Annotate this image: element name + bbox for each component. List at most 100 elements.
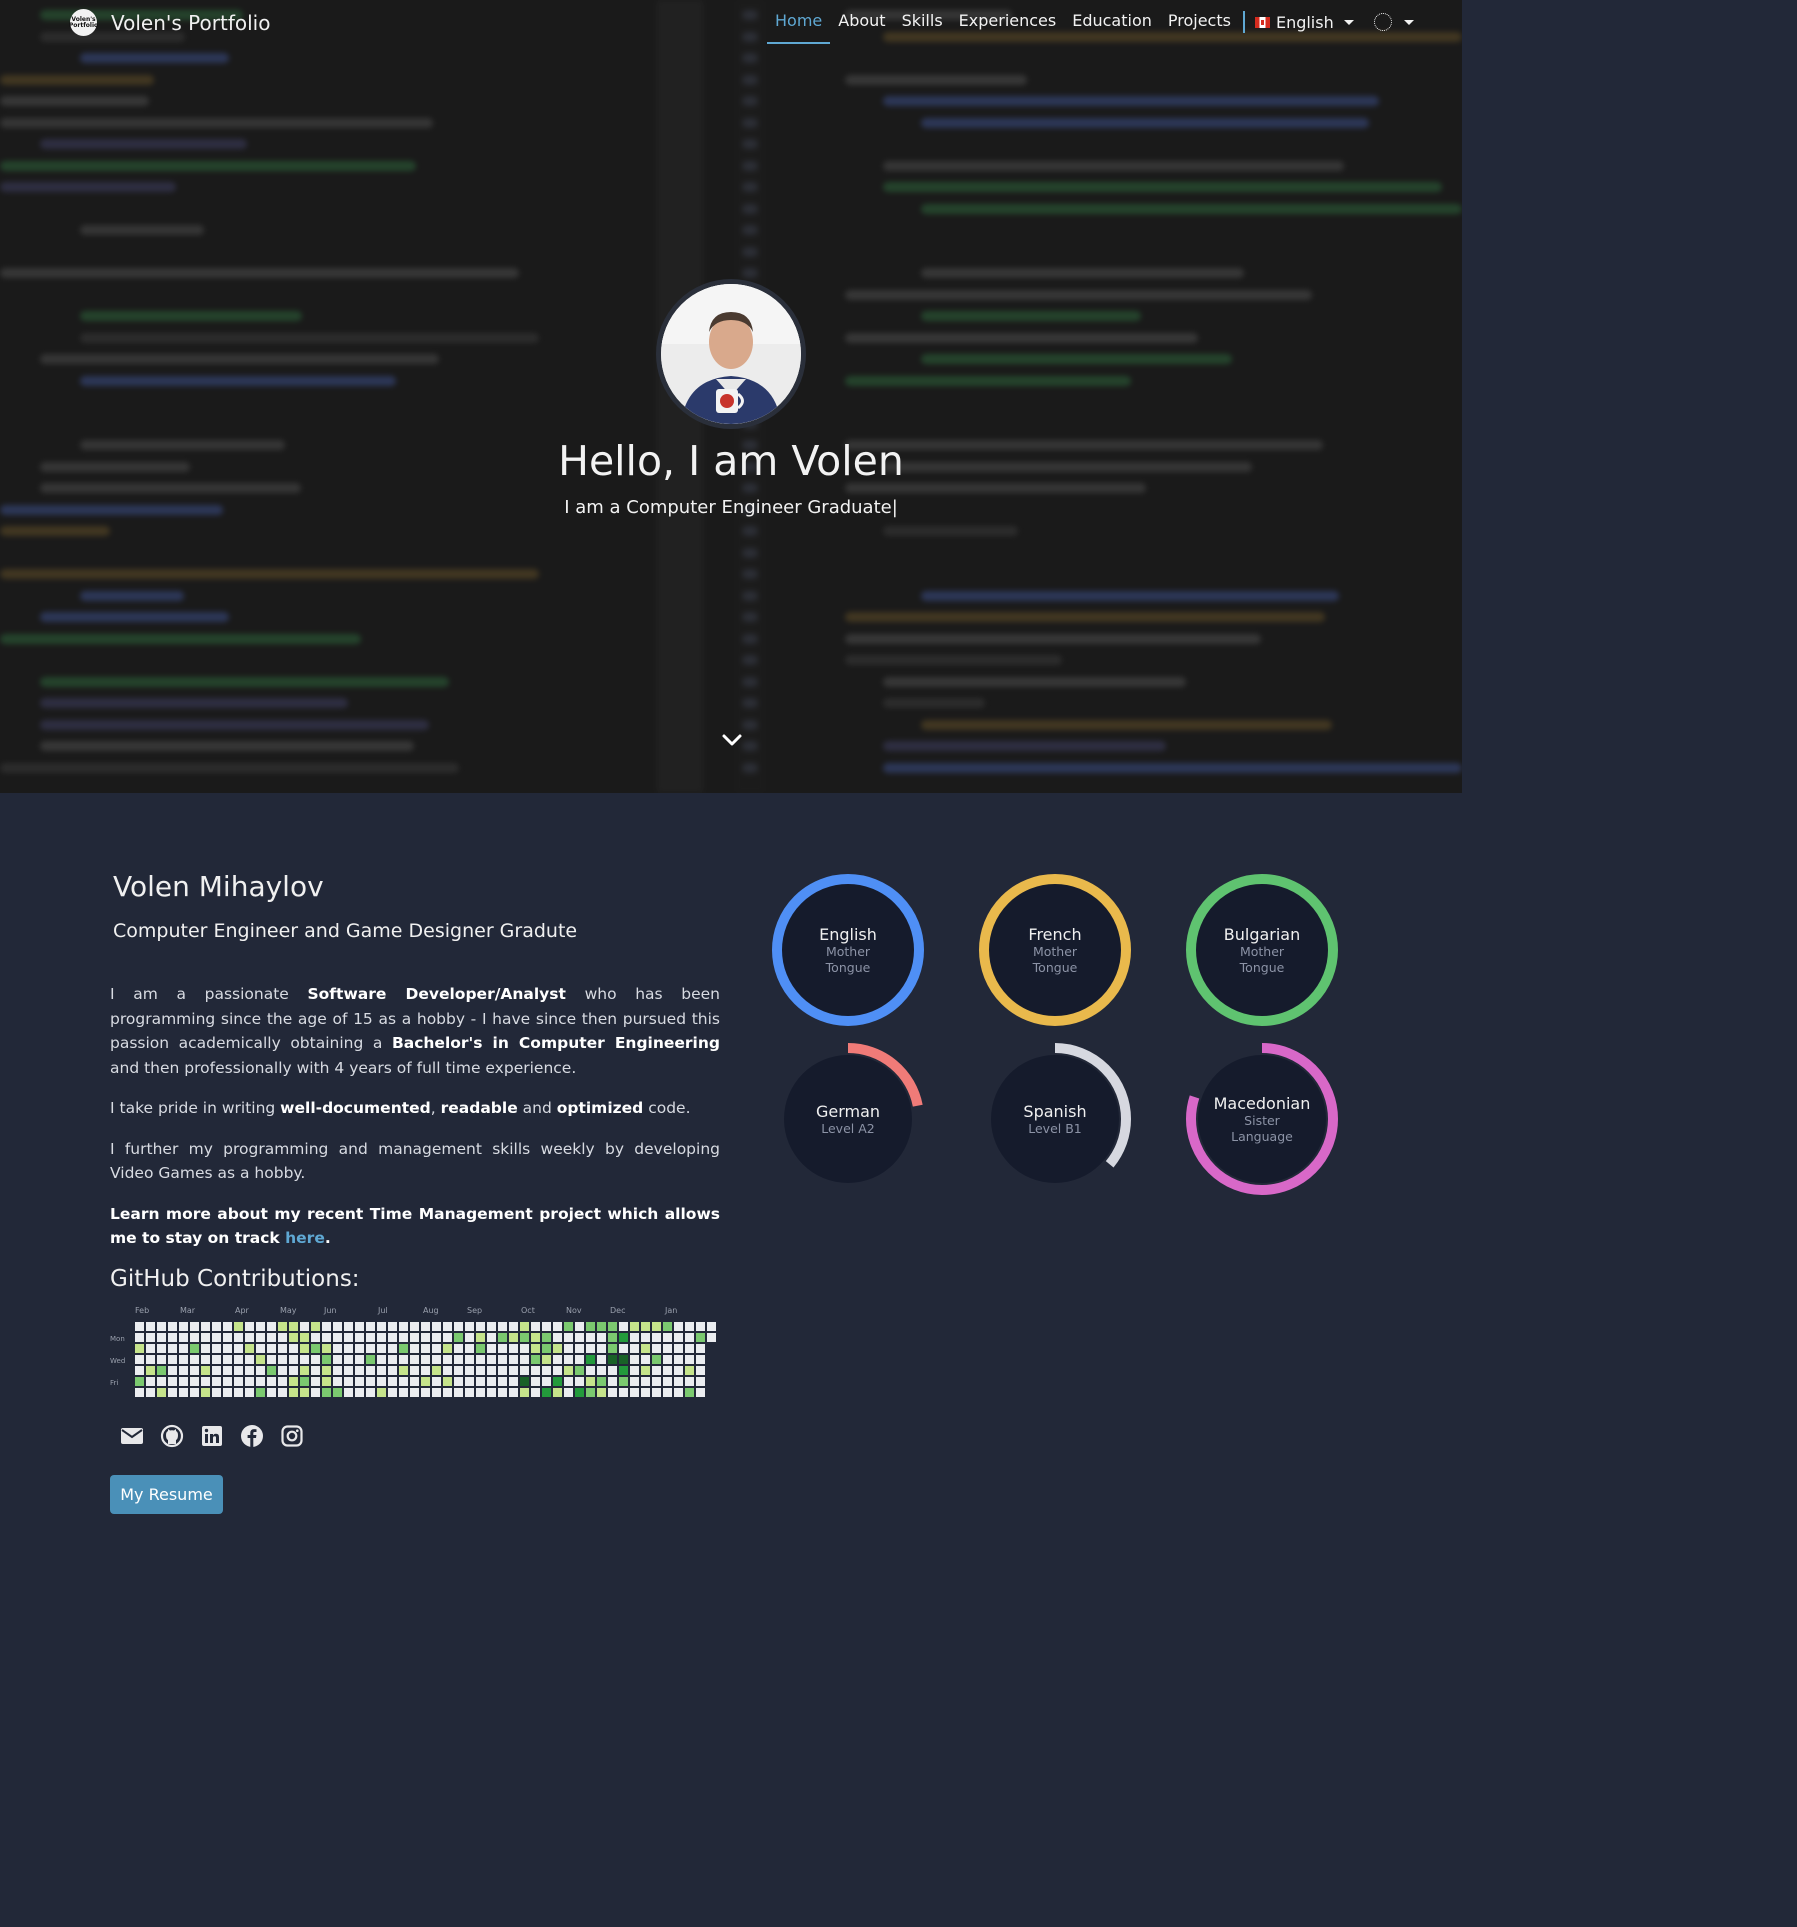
contribution-cell: [476, 1322, 485, 1331]
theme-dropdown[interactable]: [1373, 0, 1414, 44]
contribution-cell: [256, 1366, 265, 1375]
contribution-cell: [553, 1333, 562, 1342]
profile-photo: [656, 279, 806, 429]
contribution-cell: [586, 1355, 595, 1364]
linkedin-icon[interactable]: [200, 1424, 224, 1448]
about-name: Volen Mihaylov: [113, 870, 324, 903]
facebook-icon[interactable]: [240, 1424, 264, 1448]
contribution-cell: [465, 1344, 474, 1353]
contribution-cell: [421, 1355, 430, 1364]
contribution-cell: [432, 1322, 441, 1331]
contribution-cell: [432, 1366, 441, 1375]
contribution-cell: [685, 1388, 694, 1397]
instagram-icon[interactable]: [280, 1424, 304, 1448]
contribution-cell: [377, 1322, 386, 1331]
nav-links: Home About Skills Experiences Education …: [767, 0, 1414, 44]
contribution-cell: [355, 1377, 364, 1386]
contribution-cell: [410, 1333, 419, 1342]
contribution-cell: [377, 1377, 386, 1386]
text: I take pride in writing: [110, 1099, 281, 1117]
contribution-cell: [498, 1377, 507, 1386]
text: code.: [643, 1099, 691, 1117]
contribution-cell: [531, 1322, 540, 1331]
contribution-cell: [454, 1388, 463, 1397]
month-label: Sep: [467, 1306, 482, 1315]
contribution-cell: [388, 1355, 397, 1364]
contribution-cell: [311, 1333, 320, 1342]
nav-link-experiences[interactable]: Experiences: [951, 0, 1065, 44]
contribution-cell: [278, 1377, 287, 1386]
contribution-cell: [509, 1333, 518, 1342]
contribution-cell: [498, 1322, 507, 1331]
contribution-cell: [619, 1388, 628, 1397]
contribution-cell: [212, 1322, 221, 1331]
contribution-cell: [344, 1355, 353, 1364]
contribution-cell: [476, 1366, 485, 1375]
github-icon[interactable]: [160, 1424, 184, 1448]
contribution-cell: [619, 1344, 628, 1353]
nav-link-education[interactable]: Education: [1064, 0, 1160, 44]
contribution-cell: [685, 1366, 694, 1375]
contribution-cell: [300, 1388, 309, 1397]
contribution-cell: [641, 1344, 650, 1353]
brand[interactable]: Volen's Portfolio Volen's Portfolio: [69, 9, 270, 36]
time-management-link[interactable]: here: [285, 1229, 325, 1247]
about-text: I am a passionate Software Developer/Ana…: [110, 982, 720, 1267]
contribution-cell: [146, 1322, 155, 1331]
contribution-cell: [388, 1333, 397, 1342]
contribution-cell: [487, 1355, 496, 1364]
nav-link-home[interactable]: Home: [767, 0, 831, 44]
language-ring-spanish: Spanish Level B1: [977, 1041, 1133, 1197]
contribution-cell: [641, 1355, 650, 1364]
nav-link-skills[interactable]: Skills: [894, 0, 951, 44]
text: ,: [430, 1099, 441, 1117]
contribution-cell: [498, 1333, 507, 1342]
contribution-cell: [509, 1355, 518, 1364]
contribution-cell: [509, 1388, 518, 1397]
language-label: English: [1275, 12, 1334, 32]
contribution-cell: [135, 1322, 144, 1331]
language-level: Level B1: [1028, 1120, 1082, 1136]
contribution-cell: [663, 1377, 672, 1386]
contribution-cell: [190, 1377, 199, 1386]
resume-button[interactable]: My Resume: [110, 1475, 223, 1514]
contribution-cell: [498, 1388, 507, 1397]
contribution-cell: [234, 1355, 243, 1364]
language-level: Level A2: [821, 1120, 875, 1136]
contribution-cell: [322, 1333, 331, 1342]
contribution-cell: [223, 1333, 232, 1342]
contribution-cell: [542, 1366, 551, 1375]
contribution-cell: [135, 1377, 144, 1386]
contribution-cell: [311, 1377, 320, 1386]
contribution-cell: [366, 1388, 375, 1397]
contribution-cell: [586, 1333, 595, 1342]
email-icon[interactable]: [120, 1424, 144, 1448]
contribution-cell: [300, 1344, 309, 1353]
contribution-cell: [168, 1388, 177, 1397]
contribution-cell: [399, 1322, 408, 1331]
contribution-cell: [663, 1322, 672, 1331]
contribution-cell: [575, 1322, 584, 1331]
contribution-cell: [223, 1322, 232, 1331]
contribution-cell: [432, 1388, 441, 1397]
contribution-cell: [652, 1355, 661, 1364]
about-paragraph: I am a passionate Software Developer/Ana…: [110, 982, 720, 1080]
contribution-cell: [267, 1355, 276, 1364]
contribution-cell: [344, 1388, 353, 1397]
contribution-cell: [333, 1388, 342, 1397]
contribution-cell: [377, 1333, 386, 1342]
scroll-down-chevron-icon[interactable]: [721, 732, 743, 748]
nav-link-projects[interactable]: Projects: [1160, 0, 1239, 44]
contribution-cell: [696, 1377, 705, 1386]
contribution-cell: [355, 1333, 364, 1342]
contribution-cell: [300, 1366, 309, 1375]
contribution-cell: [641, 1366, 650, 1375]
contribution-cell: [355, 1322, 364, 1331]
hero-greeting: Hello, I am Volen: [558, 437, 904, 485]
contribution-cell: [267, 1366, 276, 1375]
language-dropdown[interactable]: English: [1249, 0, 1360, 44]
contribution-cell: [553, 1344, 562, 1353]
contribution-cell: [696, 1344, 705, 1353]
contribution-cell: [685, 1377, 694, 1386]
nav-link-about[interactable]: About: [830, 0, 893, 44]
